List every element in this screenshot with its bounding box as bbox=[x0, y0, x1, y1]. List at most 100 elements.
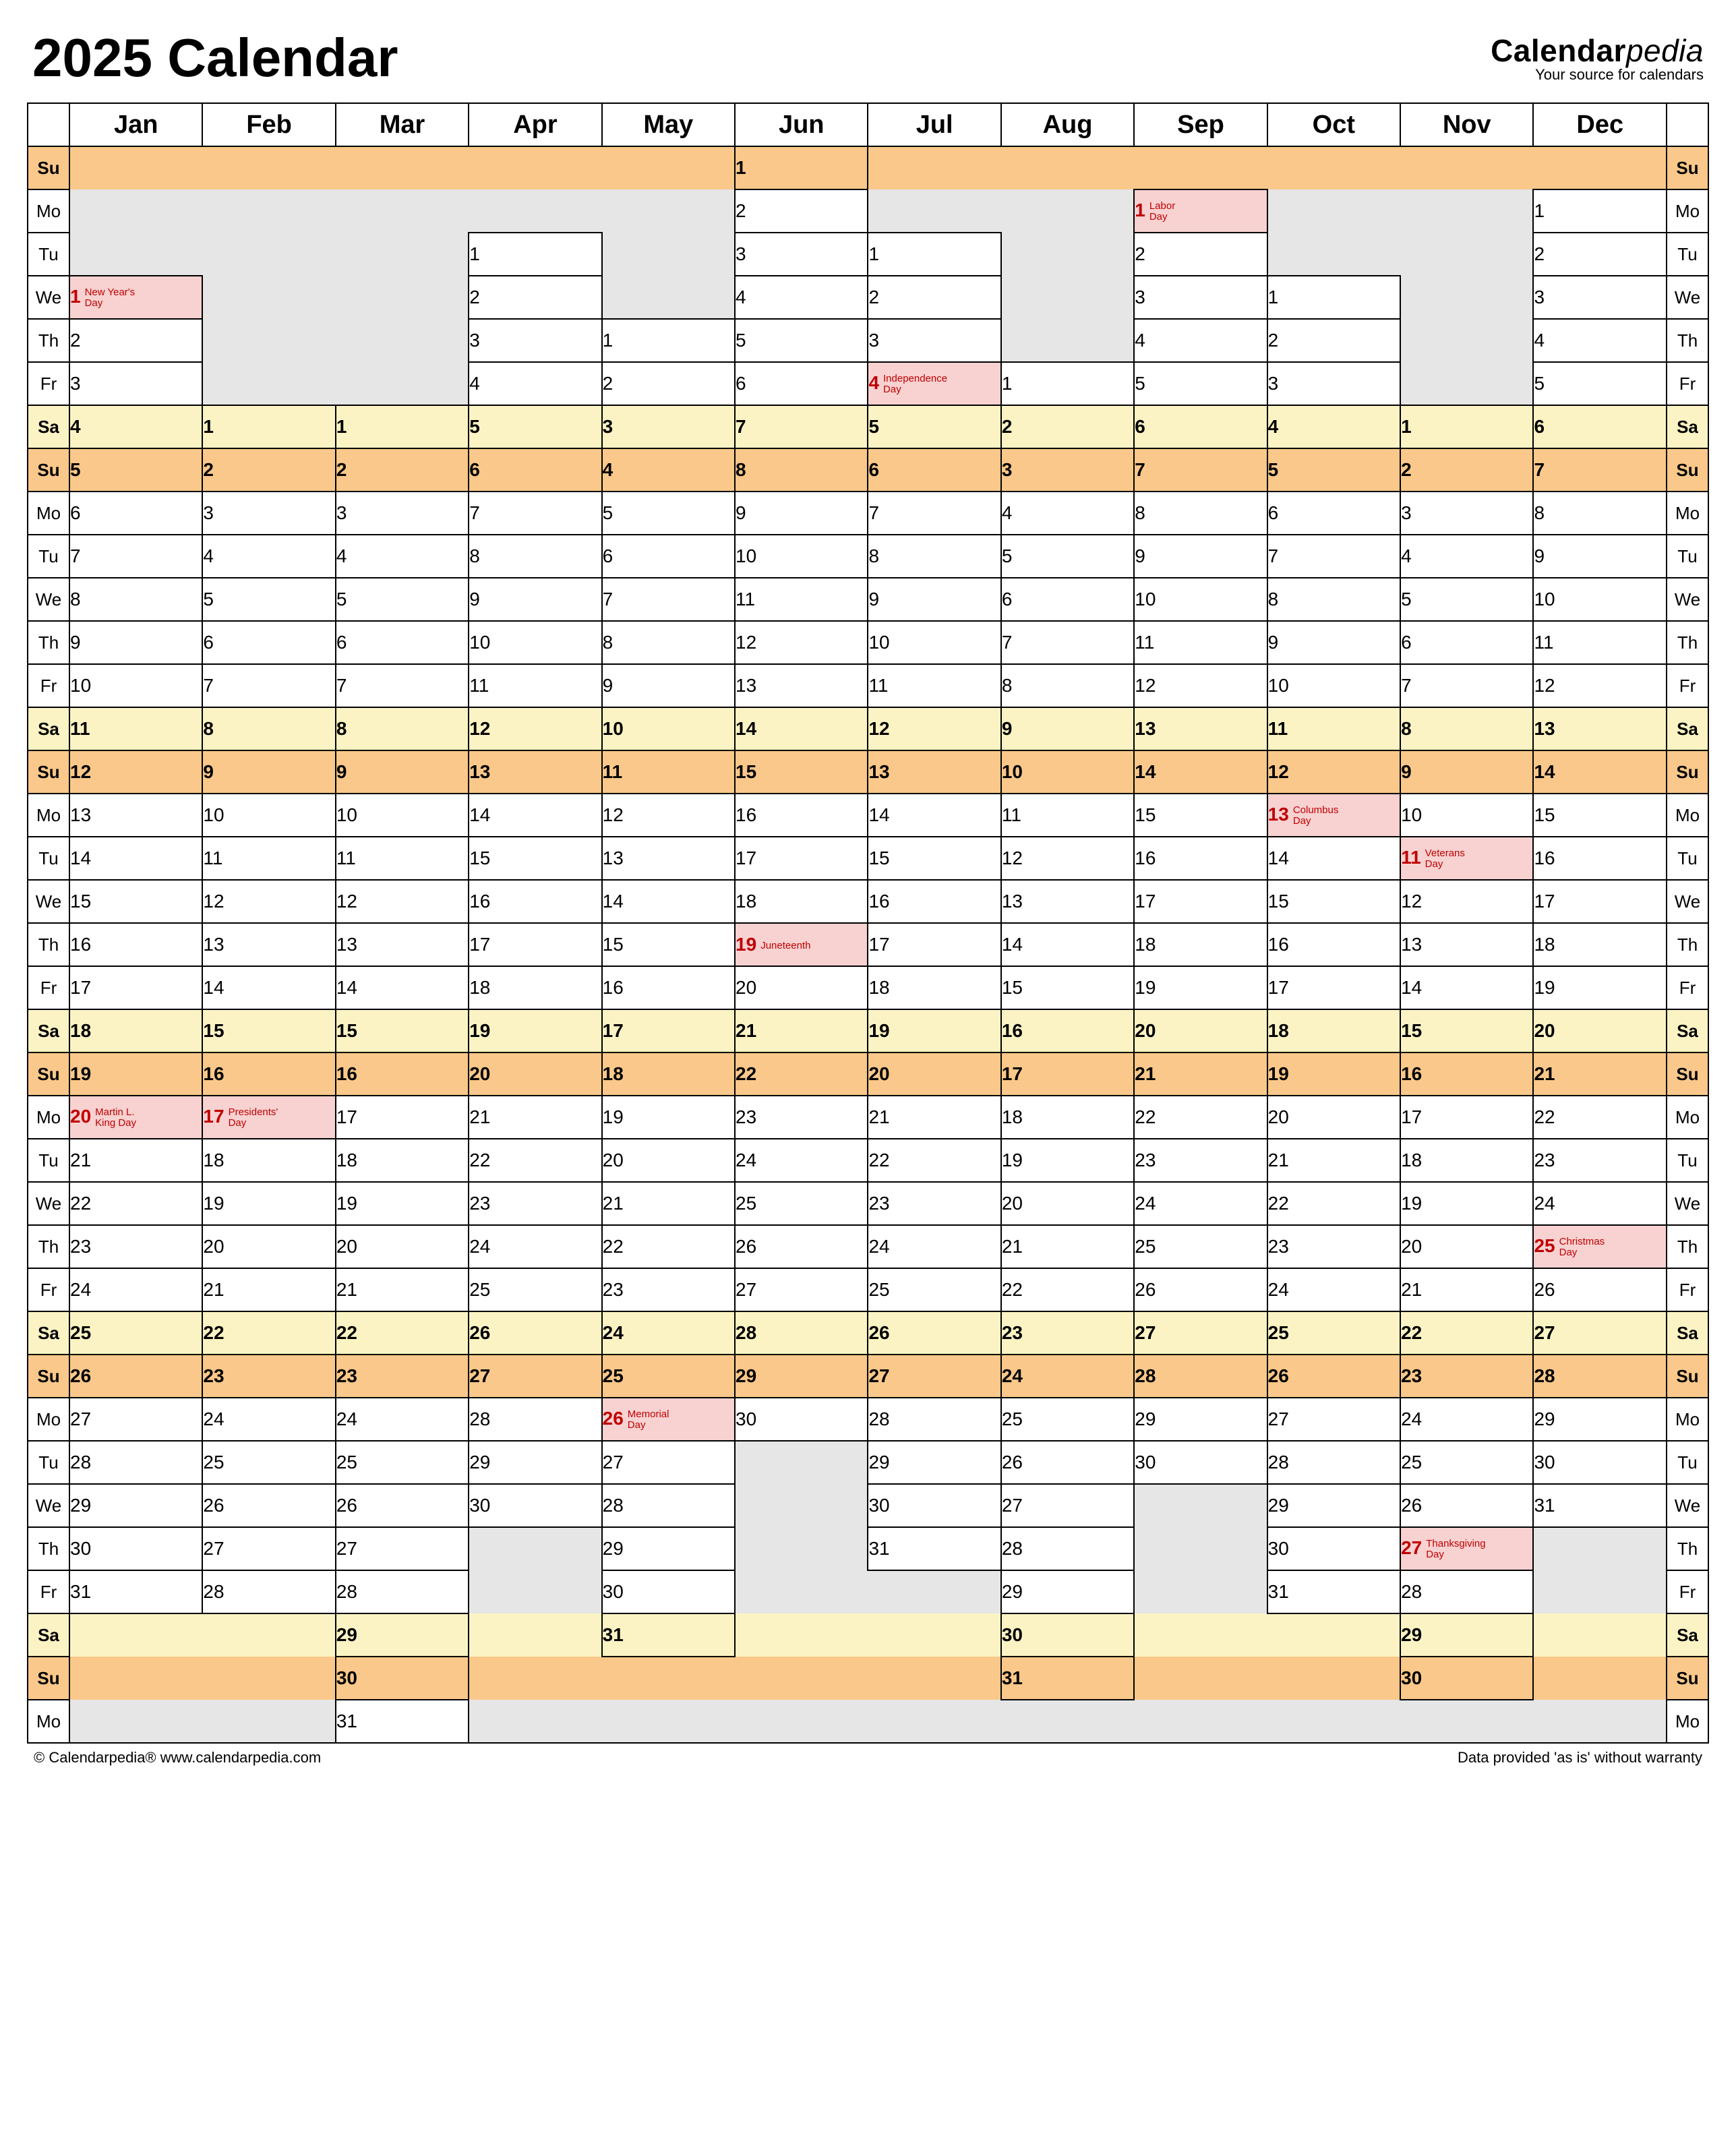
day-cell: 14 bbox=[469, 794, 601, 837]
holiday-label: VeteransDay bbox=[1421, 848, 1465, 870]
day-number: 9 bbox=[1401, 761, 1412, 783]
day-cell: 2 bbox=[336, 448, 469, 492]
day-number: 13 bbox=[1401, 934, 1422, 955]
day-number: 23 bbox=[1268, 1236, 1289, 1257]
empty-cell bbox=[202, 233, 335, 276]
day-number: 7 bbox=[1135, 459, 1145, 481]
day-number: 6 bbox=[1135, 416, 1145, 438]
day-cell: 19 bbox=[1001, 1139, 1134, 1182]
day-number: 11 bbox=[203, 848, 222, 869]
day-number: 6 bbox=[736, 373, 746, 394]
day-cell: 8 bbox=[602, 621, 735, 664]
day-cell: 26 bbox=[1001, 1441, 1134, 1484]
day-number: 14 bbox=[1534, 761, 1555, 783]
day-cell: 2 bbox=[1400, 448, 1533, 492]
day-cell: 3 bbox=[1400, 492, 1533, 535]
day-number: 3 bbox=[70, 373, 81, 394]
empty-cell bbox=[1400, 1700, 1533, 1743]
dow-label-right: Su bbox=[1667, 750, 1708, 794]
day-cell: 21 bbox=[1267, 1139, 1400, 1182]
day-number: 25 bbox=[1401, 1452, 1422, 1473]
dow-label-right: Su bbox=[1667, 146, 1708, 189]
day-cell: 1 bbox=[469, 233, 601, 276]
day-cell: 22 bbox=[602, 1225, 735, 1268]
dow-label-left: Th bbox=[28, 1225, 69, 1268]
day-number: 24 bbox=[1401, 1408, 1422, 1430]
day-cell: 28 bbox=[1267, 1441, 1400, 1484]
day-number: 17 bbox=[1268, 977, 1289, 999]
day-cell: 6 bbox=[602, 535, 735, 578]
month-header: Dec bbox=[1533, 103, 1667, 146]
day-cell: 14 bbox=[1533, 750, 1667, 794]
empty-cell bbox=[1400, 233, 1533, 276]
day-cell: 12 bbox=[1134, 664, 1267, 707]
day-cell: 16 bbox=[69, 923, 202, 966]
day-cell: 16 bbox=[735, 794, 868, 837]
day-cell: 5 bbox=[69, 448, 202, 492]
day-number: 13 bbox=[736, 675, 756, 696]
day-cell: 8 bbox=[735, 448, 868, 492]
day-cell: 4 bbox=[69, 405, 202, 448]
day-number: 26 bbox=[868, 1322, 889, 1344]
holiday-label: Juneteenth bbox=[756, 941, 810, 951]
day-cell: 1 bbox=[735, 146, 868, 189]
day-number: 18 bbox=[1002, 1106, 1023, 1128]
day-cell: 17Presi­dents'Day bbox=[202, 1096, 335, 1139]
dow-label-left: Th bbox=[28, 319, 69, 362]
dow-label-left: Su bbox=[28, 1657, 69, 1700]
day-number: 25 bbox=[469, 1279, 490, 1301]
day-cell: 5 bbox=[735, 319, 868, 362]
dow-label-left: Tu bbox=[28, 1139, 69, 1182]
day-number: 14 bbox=[70, 848, 91, 869]
day-cell: 6 bbox=[1267, 492, 1400, 535]
day-number: 3 bbox=[469, 330, 480, 351]
day-cell: 20 bbox=[336, 1225, 469, 1268]
day-cell: 3 bbox=[336, 492, 469, 535]
day-cell: 26MemorialDay bbox=[602, 1398, 735, 1441]
empty-cell bbox=[469, 1570, 601, 1613]
day-cell: 29 bbox=[735, 1355, 868, 1398]
day-number: 21 bbox=[1002, 1236, 1023, 1257]
day-cell: 10 bbox=[469, 621, 601, 664]
day-cell: 19 bbox=[1533, 966, 1667, 1009]
day-cell: 10 bbox=[336, 794, 469, 837]
day-number: 1 bbox=[70, 286, 81, 307]
day-cell: 22 bbox=[868, 1139, 1000, 1182]
day-number: 19 bbox=[1401, 1193, 1422, 1214]
calendar-row: We1New Year'sDay242313We bbox=[28, 276, 1708, 319]
day-cell: 11 bbox=[602, 750, 735, 794]
day-cell: 27 bbox=[202, 1527, 335, 1570]
day-number: 17 bbox=[70, 977, 91, 999]
day-cell: 30 bbox=[1267, 1527, 1400, 1570]
day-cell: 15 bbox=[469, 837, 601, 880]
day-cell: 28 bbox=[69, 1441, 202, 1484]
day-cell: 10 bbox=[1001, 750, 1134, 794]
day-cell: 23 bbox=[1001, 1311, 1134, 1355]
day-number: 3 bbox=[1135, 287, 1145, 308]
empty-cell bbox=[1400, 276, 1533, 319]
day-cell: 29 bbox=[868, 1441, 1000, 1484]
day-number: 8 bbox=[603, 632, 613, 653]
day-cell: 19 bbox=[1400, 1182, 1533, 1225]
day-number: 13 bbox=[1534, 718, 1555, 740]
day-number: 23 bbox=[603, 1279, 624, 1301]
day-cell: 16 bbox=[1267, 923, 1400, 966]
day-cell: 21 bbox=[202, 1268, 335, 1311]
day-number: 30 bbox=[1401, 1667, 1422, 1689]
day-cell: 12 bbox=[1533, 664, 1667, 707]
day-number: 19 bbox=[868, 1020, 889, 1042]
day-cell: 1 bbox=[1533, 189, 1667, 233]
day-number: 28 bbox=[203, 1581, 224, 1603]
day-number: 15 bbox=[70, 891, 91, 912]
day-cell: 21 bbox=[1134, 1052, 1267, 1096]
day-cell: 15 bbox=[602, 923, 735, 966]
day-number: 27 bbox=[603, 1452, 624, 1473]
dow-label-right: Sa bbox=[1667, 1009, 1708, 1052]
day-number: 23 bbox=[1002, 1322, 1023, 1344]
dow-label-left: Th bbox=[28, 923, 69, 966]
dow-label-right: Sa bbox=[1667, 405, 1708, 448]
day-number: 25 bbox=[1002, 1408, 1023, 1430]
day-number: 6 bbox=[603, 545, 613, 567]
day-cell: 4 bbox=[202, 535, 335, 578]
day-number: 23 bbox=[1135, 1150, 1156, 1171]
